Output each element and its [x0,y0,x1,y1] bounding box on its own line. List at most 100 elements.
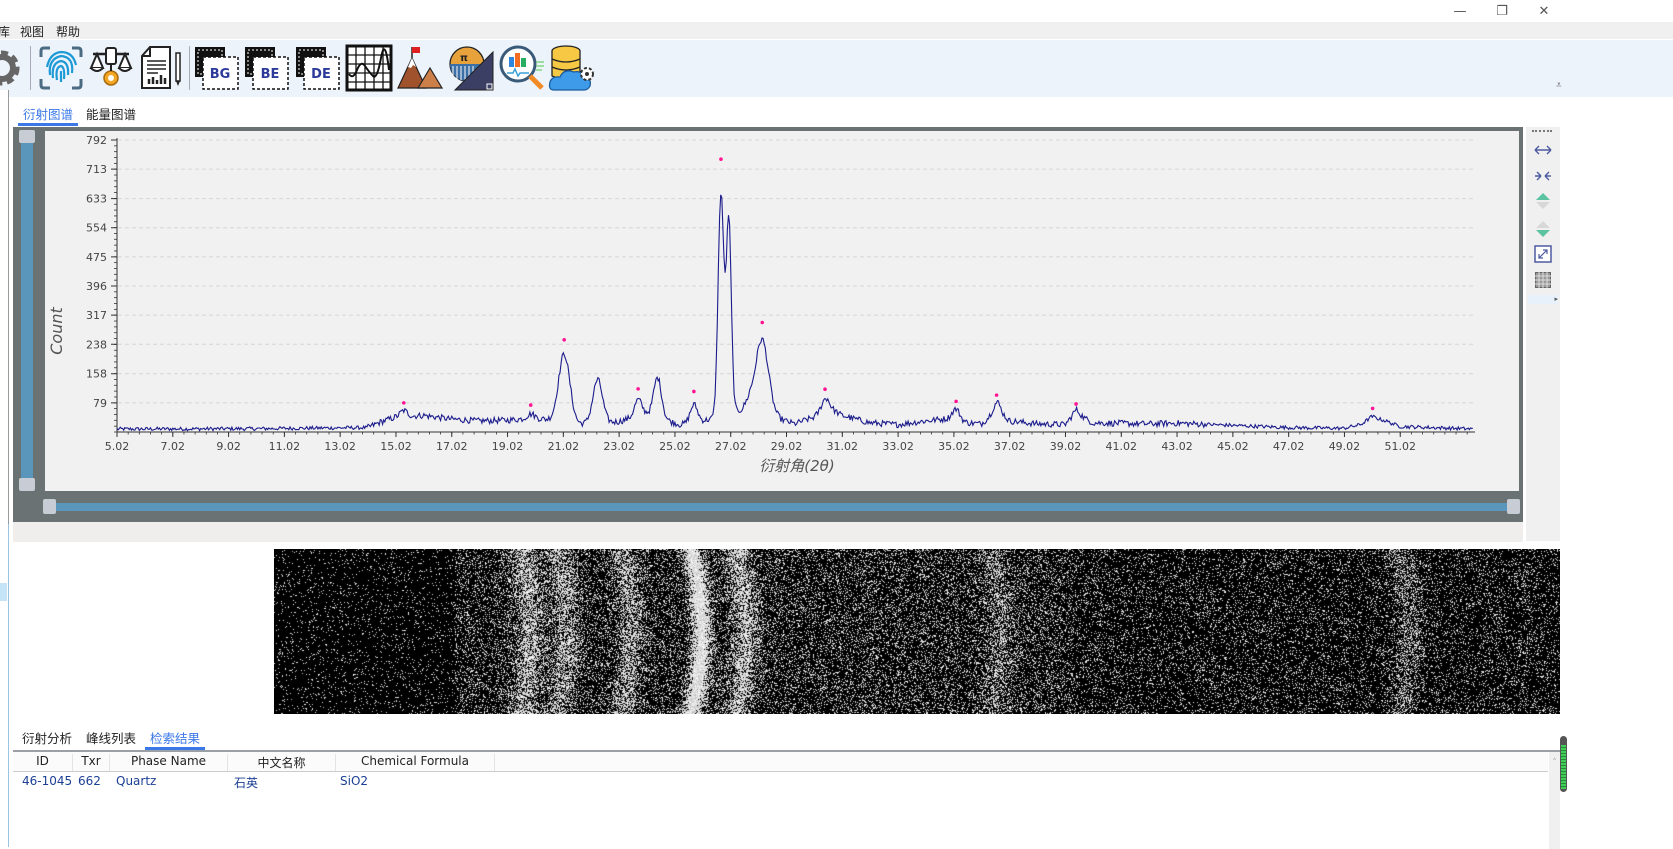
x-range-slider[interactable] [53,503,1511,511]
x-slider-right-handle[interactable] [1507,499,1520,514]
peak-marker[interactable] [760,320,765,325]
y-axis-label: Count [47,307,66,355]
expand-panel-button[interactable]: ▸ [1528,295,1558,304]
tab-label: 峰线列表 [86,731,137,746]
menu-help[interactable]: 帮助 [56,23,80,40]
svg-text:BE: BE [261,67,280,82]
x-tick-label: 29.02 [771,440,803,453]
triangle-down-icon [1536,221,1550,237]
x-tick-label: 37.02 [994,440,1026,453]
cloud-database-button[interactable] [548,44,596,92]
peak-search-button[interactable] [396,44,444,92]
minimize-button[interactable]: — [1440,0,1480,22]
report-button[interactable] [138,44,186,92]
toolbar-overflow-icon[interactable]: ⩡ [1556,80,1562,91]
tab-diffraction-pattern[interactable]: 衍射图谱 [18,104,79,126]
cell-id: 46-1045 [22,774,73,788]
expand-horizontal-button[interactable] [1530,139,1556,161]
results-table: ID Txr Phase Name 中文名称 Chemical Formula … [13,736,1567,849]
de-button[interactable]: DE [294,44,342,92]
grid-icon [1535,272,1551,288]
x-tick-label: 17.02 [436,440,468,453]
tab-peak-list[interactable]: 峰线列表 [86,728,136,747]
x-tick-label: 49.02 [1329,440,1361,453]
x-tick-label: 9.02 [216,440,241,453]
peak-marker[interactable] [692,389,696,394]
math-calc-button[interactable]: π [447,44,495,92]
menu-library[interactable]: 库 [0,23,10,40]
report-document-icon [141,46,181,89]
x-tick-label: 21.02 [548,440,580,453]
table-scrollbar[interactable]: ˄ [1549,752,1560,849]
peak-marker[interactable] [994,393,999,397]
chart-footer-band [13,522,1523,542]
vertical-scroll-thumb[interactable] [1560,736,1567,792]
y-tick-label: 238 [86,338,107,351]
xrd-chart[interactable]: 79 158 238 317 396 475 554 633 713 792 5.02 7.02 9.… [13,127,1523,497]
settings-button[interactable] [0,44,26,92]
column-header-txr[interactable]: Txr [73,754,110,771]
x-axis-label: 衍射角(2θ) [759,457,834,475]
peak-marker[interactable] [562,338,566,342]
y-tick-label: 158 [86,368,107,381]
y-tick-label: 475 [86,251,107,264]
tab-search-results[interactable]: 检索结果 [145,728,206,750]
menu-view[interactable]: 视图 [20,23,44,40]
fingerprint-button[interactable] [37,44,85,92]
peak-marker[interactable] [719,157,723,161]
x-tick-label: 7.02 [161,440,186,453]
scroll-up-icon[interactable]: ˄ [1549,758,1560,772]
peak-marker[interactable] [401,401,406,405]
x-tick-label: 47.02 [1273,440,1305,453]
arrows-in-icon [1535,171,1551,181]
restore-icon: ❐ [1496,3,1508,19]
y-tick-label: 713 [86,163,107,176]
calibration-button[interactable] [87,44,135,92]
fit-view-button[interactable] [1530,243,1556,265]
analysis-search-button[interactable] [498,44,546,92]
x-tick-label: 11.02 [269,440,301,453]
y-tick-label: 554 [86,222,107,235]
fingerprint-icon [39,46,83,90]
peak-marker[interactable] [636,387,640,391]
bg-button[interactable]: BG [193,44,241,92]
grid-toggle-button[interactable] [1530,269,1556,291]
peak-marker[interactable] [1074,402,1078,406]
column-header-cn-name[interactable]: 中文名称 [228,754,336,771]
chart-tool-panel: ▸ [1526,127,1560,541]
x-slider-left-handle[interactable] [43,499,56,514]
peak-marker[interactable] [954,399,958,404]
scale-down-button[interactable] [1530,218,1556,240]
waveform-grid-button[interactable] [345,44,393,92]
x-tick-label: 43.02 [1161,440,1193,453]
triangle-up-icon [1536,193,1550,209]
be-button[interactable]: BE [243,44,291,92]
column-header-phase-name[interactable]: Phase Name [110,754,228,771]
drag-grip[interactable] [1532,130,1552,132]
x-tick-label: 39.02 [1050,440,1082,453]
column-header-formula[interactable]: Chemical Formula [336,754,495,771]
tab-diffraction-analysis[interactable]: 衍射分析 [22,728,72,747]
shrink-horizontal-button[interactable] [1530,165,1556,187]
table-row[interactable]: 46-1045 662 Quartz 石英 SiO2 [13,772,1548,791]
tab-energy-spectrum[interactable]: 能量图谱 [86,104,136,123]
diffraction-ring-image [274,549,1560,714]
close-button[interactable]: ✕ [1524,0,1564,22]
y-tick-label: 633 [86,193,107,206]
tab-label: 衍射图谱 [23,107,74,122]
x-tick-label: 41.02 [1106,440,1138,453]
toolbar-separator [189,46,190,90]
waveform-grid-icon [345,44,393,92]
side-panel-tab[interactable] [0,583,7,601]
peak-marker[interactable] [528,403,533,407]
be-icon: BE [245,47,289,90]
minimize-icon: — [1453,3,1467,19]
restore-button[interactable]: ❐ [1482,0,1522,22]
tab-label: 衍射分析 [22,731,73,746]
menu-bar: 库 视图 帮助 [0,22,1673,39]
bg-icon: BG [195,47,239,90]
peak-marker[interactable] [1370,406,1375,411]
peak-marker[interactable] [823,387,827,392]
column-header-id[interactable]: ID [13,754,73,771]
scale-up-button[interactable] [1530,190,1556,212]
